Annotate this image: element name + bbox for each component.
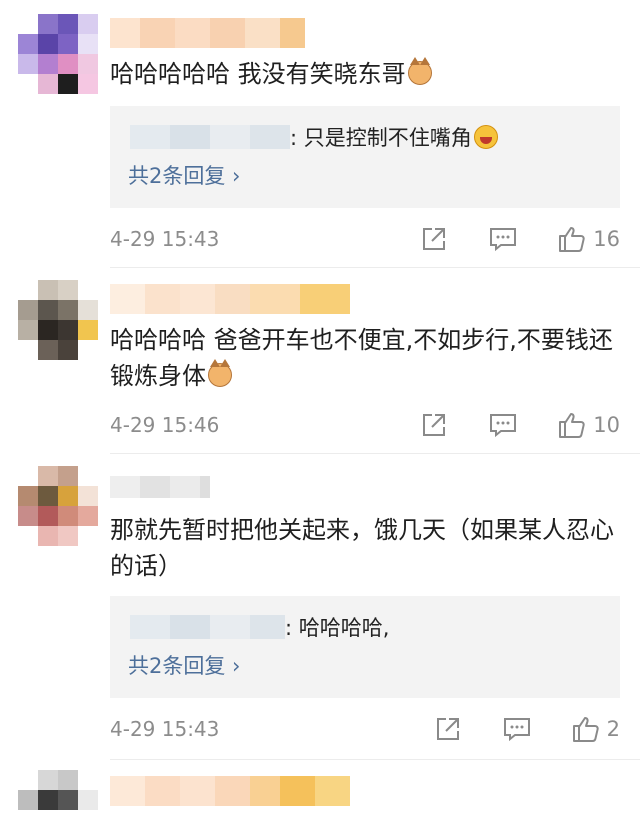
share-button[interactable] [421,226,447,252]
timestamp: 4-29 15:43 [110,717,220,741]
comment-icon [490,228,517,252]
like-button[interactable]: 16 [557,224,620,254]
reply-username[interactable] [130,125,290,149]
reply-line: : 哈哈哈哈, [130,610,389,644]
more-replies-link[interactable]: 共2条回复 › [128,650,240,680]
timestamp: 4-29 15:46 [110,413,220,437]
laughing-emoji [473,125,498,149]
like-count: 10 [593,413,620,437]
comment-text: 哈哈哈哈哈 我没有笑晓东哥 [110,56,620,92]
reply-text: : 只是控制不住嘴角 [290,126,472,150]
cat-emoji [208,359,232,387]
reply-line: : 只是控制不住嘴角 [130,120,498,154]
comment-item: 那就先暂时把他关起来，饿几天（如果某人忍心的话） : 哈哈哈哈, 共2条回复 ›… [0,454,640,760]
thumbs-up-icon [572,717,599,742]
comment-button[interactable] [489,412,517,438]
comment-text: 那就先暂时把他关起来，饿几天（如果某人忍心的话） [110,516,614,580]
more-replies-link[interactable]: 共2条回复 › [128,160,240,190]
like-count: 2 [606,717,620,741]
share-icon [423,414,446,436]
comment-meta: 4-29 15:43 16 [110,222,620,256]
reply-username[interactable] [130,615,285,639]
comment-icon [503,718,530,742]
cat-emoji [407,57,432,85]
avatar[interactable] [18,770,98,816]
comment-icon [490,414,517,438]
username[interactable] [110,476,210,498]
timestamp: 4-29 15:43 [110,227,220,251]
share-icon [436,718,459,740]
username[interactable] [110,776,350,806]
share-button[interactable] [421,412,447,438]
thumbs-up-icon [559,227,585,252]
avatar[interactable] [18,466,98,546]
like-count: 16 [593,227,620,251]
avatar[interactable] [18,280,98,360]
comment-item: 哈哈哈哈哈 我没有笑晓东哥 : 只是控制不住嘴角 共2条回复 › 4-29 15… [0,0,640,268]
comment-meta: 4-29 15:43 2 [110,712,620,746]
action-bar: 2 [435,712,620,746]
action-bar: 10 [421,408,620,442]
reply-text: : 哈哈哈哈, [285,616,390,640]
share-icon [423,228,446,250]
username[interactable] [110,284,350,314]
username[interactable] [110,18,305,48]
thumbs-up-icon [559,413,585,438]
avatar[interactable] [18,14,98,94]
reply-preview[interactable]: : 哈哈哈哈, 共2条回复 › [110,596,620,698]
like-button[interactable]: 2 [571,714,620,744]
comment-button[interactable] [489,226,517,252]
reply-preview[interactable]: : 只是控制不住嘴角 共2条回复 › [110,106,620,208]
comment-item: 哈哈哈哈 爸爸开车也不便宜,不如步行,不要钱还锻炼身体 4-29 15:46 1… [0,268,640,454]
like-button[interactable]: 10 [557,410,620,440]
comment-meta: 4-29 15:46 10 [110,408,620,442]
share-button[interactable] [435,716,461,742]
comment-text: 哈哈哈哈 爸爸开车也不便宜,不如步行,不要钱还锻炼身体 [110,326,613,390]
action-bar: 16 [421,222,620,256]
comment-item [0,760,640,816]
comment-button[interactable] [503,716,531,742]
